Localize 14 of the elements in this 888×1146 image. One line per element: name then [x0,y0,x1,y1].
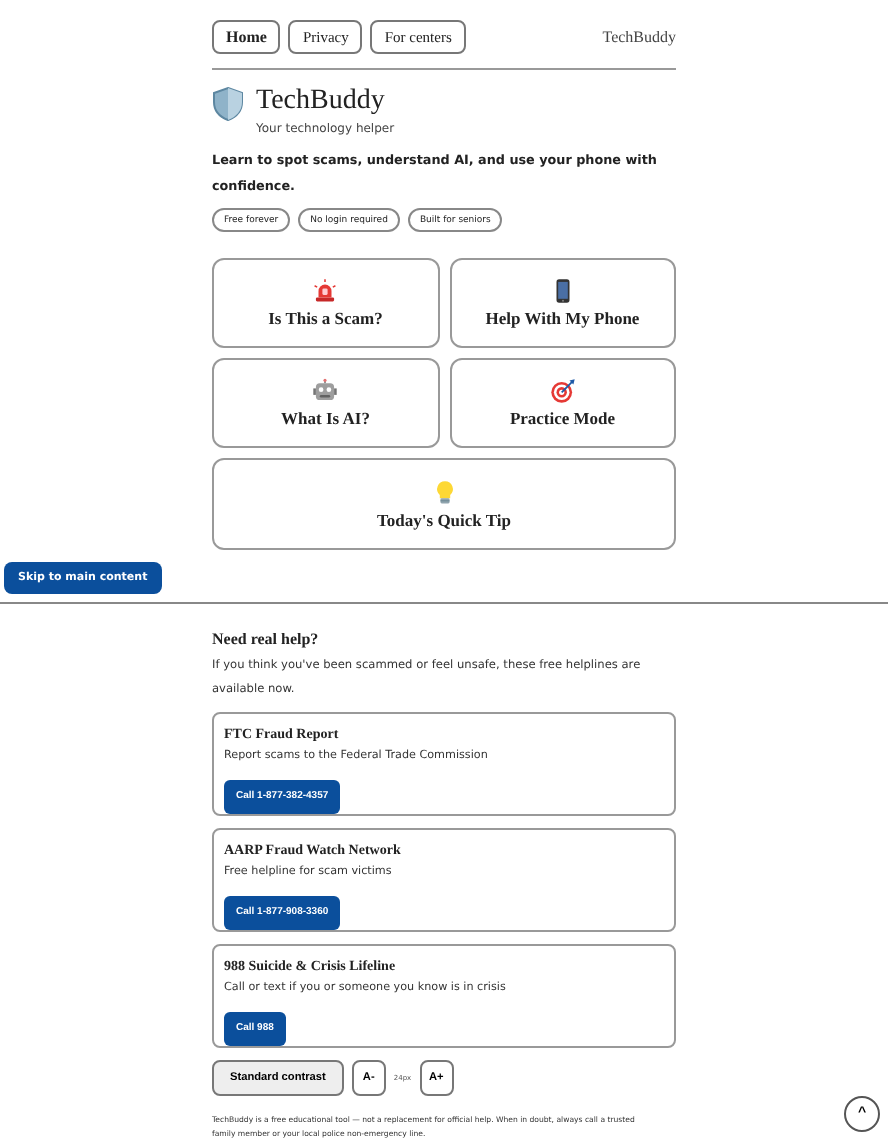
target-icon [549,378,576,404]
topic-card[interactable]: Help With My Phone [449,258,676,348]
topic-card[interactable]: What Is AI? [212,358,439,448]
topic-card[interactable]: Practice Mode [449,358,676,448]
siren-icon [312,278,339,304]
section-title: Need real help? [212,630,321,650]
robot-icon [312,378,339,404]
site-title: TechBuddy [256,84,387,120]
shield-icon [212,86,244,122]
nav-link[interactable]: Home [212,20,281,54]
topic-card[interactable]: Is This a Scam? [212,258,439,348]
topic-card[interactable]: Today's Quick Tip [212,458,676,550]
bulb-icon [431,479,457,505]
brand-name: TechBuddy [602,28,676,46]
